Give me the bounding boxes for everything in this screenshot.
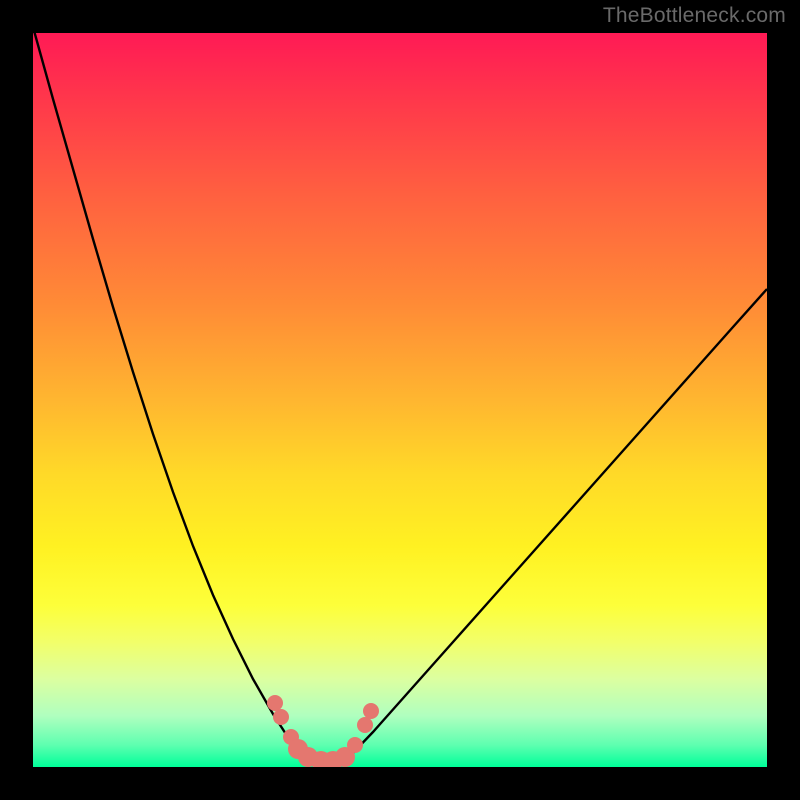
curve-marker xyxy=(273,709,289,725)
curve-marker xyxy=(347,737,363,753)
bottleneck-curve-svg xyxy=(33,33,767,767)
bottleneck-curve xyxy=(33,33,767,765)
curve-marker xyxy=(267,695,283,711)
curve-group xyxy=(33,33,767,765)
curve-marker xyxy=(357,717,373,733)
chart-frame: TheBottleneck.com xyxy=(0,0,800,800)
plot-area xyxy=(33,33,767,767)
curve-marker xyxy=(363,703,379,719)
watermark-text: TheBottleneck.com xyxy=(603,4,786,28)
